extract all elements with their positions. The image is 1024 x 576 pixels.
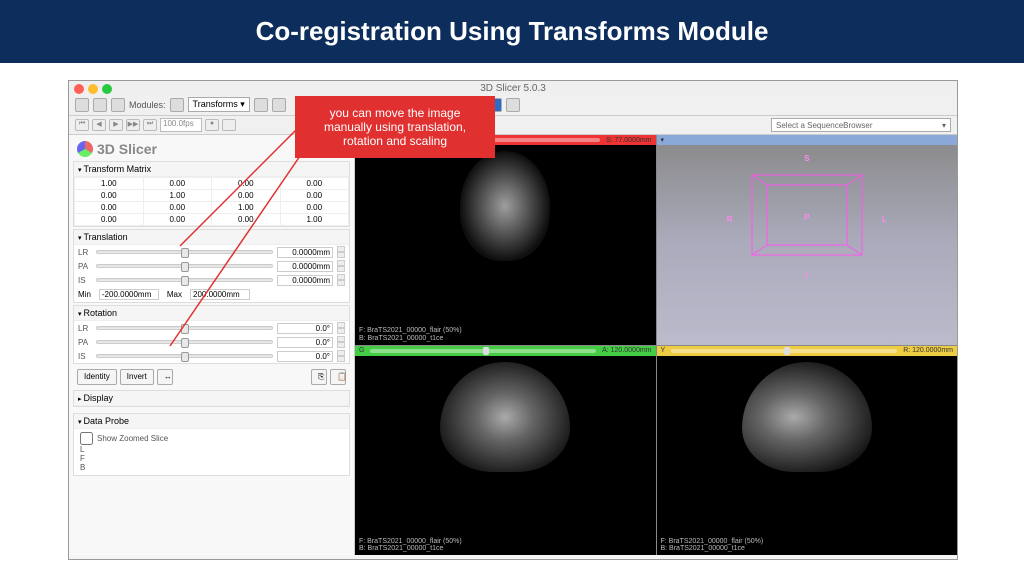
- coronal-brain-image: [440, 362, 570, 472]
- bounding-box: S I R L P: [737, 160, 877, 270]
- threed-view[interactable]: ▾ S I R L P: [657, 135, 958, 345]
- annotation-callout: you can move the image manually using tr…: [295, 96, 495, 158]
- maximize-window-button[interactable]: [102, 84, 112, 94]
- rotation-pa-label: PA: [78, 338, 92, 347]
- red-slice-view[interactable]: R S: 77.0000mm F: BraTS2021_00000_flair …: [355, 135, 656, 345]
- threed-bar[interactable]: ▾: [657, 135, 958, 145]
- threed-l-label: L: [882, 215, 887, 224]
- close-window-button[interactable]: [74, 84, 84, 94]
- axial-brain-image: [460, 151, 550, 261]
- show-zoomed-label: Show Zoomed Slice: [97, 434, 168, 443]
- threed-s-label: S: [804, 154, 809, 163]
- app-title: 3D Slicer 5.0.3: [69, 83, 957, 94]
- translation-lr-label: LR: [78, 248, 92, 257]
- translation-pa-label: PA: [78, 262, 92, 271]
- sequence-browser-selector[interactable]: Select a SequenceBrowser▾: [771, 118, 951, 132]
- yellow-slice-view[interactable]: Y R: 120.0000mm F: BraTS2021_00000_flair…: [657, 346, 958, 556]
- yellow-slice-bar[interactable]: Y R: 120.0000mm: [657, 346, 958, 356]
- threed-label: ▾: [661, 136, 665, 144]
- yellow-slice-slider[interactable]: [671, 349, 897, 353]
- slice-views: R S: 77.0000mm F: BraTS2021_00000_flair …: [355, 135, 957, 555]
- dataprobe-b: B: [80, 463, 343, 472]
- green-slice-coord: A: 120.0000mm: [602, 347, 651, 354]
- minimize-window-button[interactable]: [88, 84, 98, 94]
- rotation-is-label: IS: [78, 352, 92, 361]
- yellow-slice-coord: R: 120.0000mm: [903, 347, 953, 354]
- threed-r-label: R: [727, 215, 733, 224]
- green-slice-view[interactable]: G A: 120.0000mm F: BraTS2021_00000_flair…: [355, 346, 656, 556]
- green-slice-footer: F: BraTS2021_00000_flair (50%)B: BraTS20…: [359, 538, 462, 553]
- threed-p-label: P: [804, 213, 809, 222]
- green-slice-slider[interactable]: [370, 349, 596, 353]
- threed-i-label: I: [806, 271, 808, 280]
- dataprobe-f: F: [80, 454, 343, 463]
- yellow-slice-footer: F: BraTS2021_00000_flair (50%)B: BraTS20…: [661, 538, 764, 553]
- python-console-icon[interactable]: [506, 98, 520, 112]
- seq-first-button[interactable]: ⏮: [75, 119, 89, 131]
- rotation-lr-label: LR: [78, 324, 92, 333]
- red-slice-coord: S: 77.0000mm: [606, 137, 652, 144]
- translation-is-label: IS: [78, 276, 92, 285]
- dataprobe-header[interactable]: Data Probe: [74, 414, 349, 429]
- dataprobe-l: L: [80, 445, 343, 454]
- yellow-slice-label: Y: [661, 347, 666, 354]
- slicer-logo-icon: [77, 141, 93, 157]
- translation-min-label: Min: [78, 290, 91, 299]
- dataprobe-section: Data Probe Show Zoomed Slice L F B: [73, 413, 350, 476]
- show-zoomed-checkbox[interactable]: [80, 432, 93, 445]
- slide-title: Co-registration Using Transforms Module: [0, 0, 1024, 63]
- load-data-icon[interactable]: [75, 98, 89, 112]
- sagittal-brain-image: [742, 362, 872, 472]
- green-slice-bar[interactable]: G A: 120.0000mm: [355, 346, 656, 356]
